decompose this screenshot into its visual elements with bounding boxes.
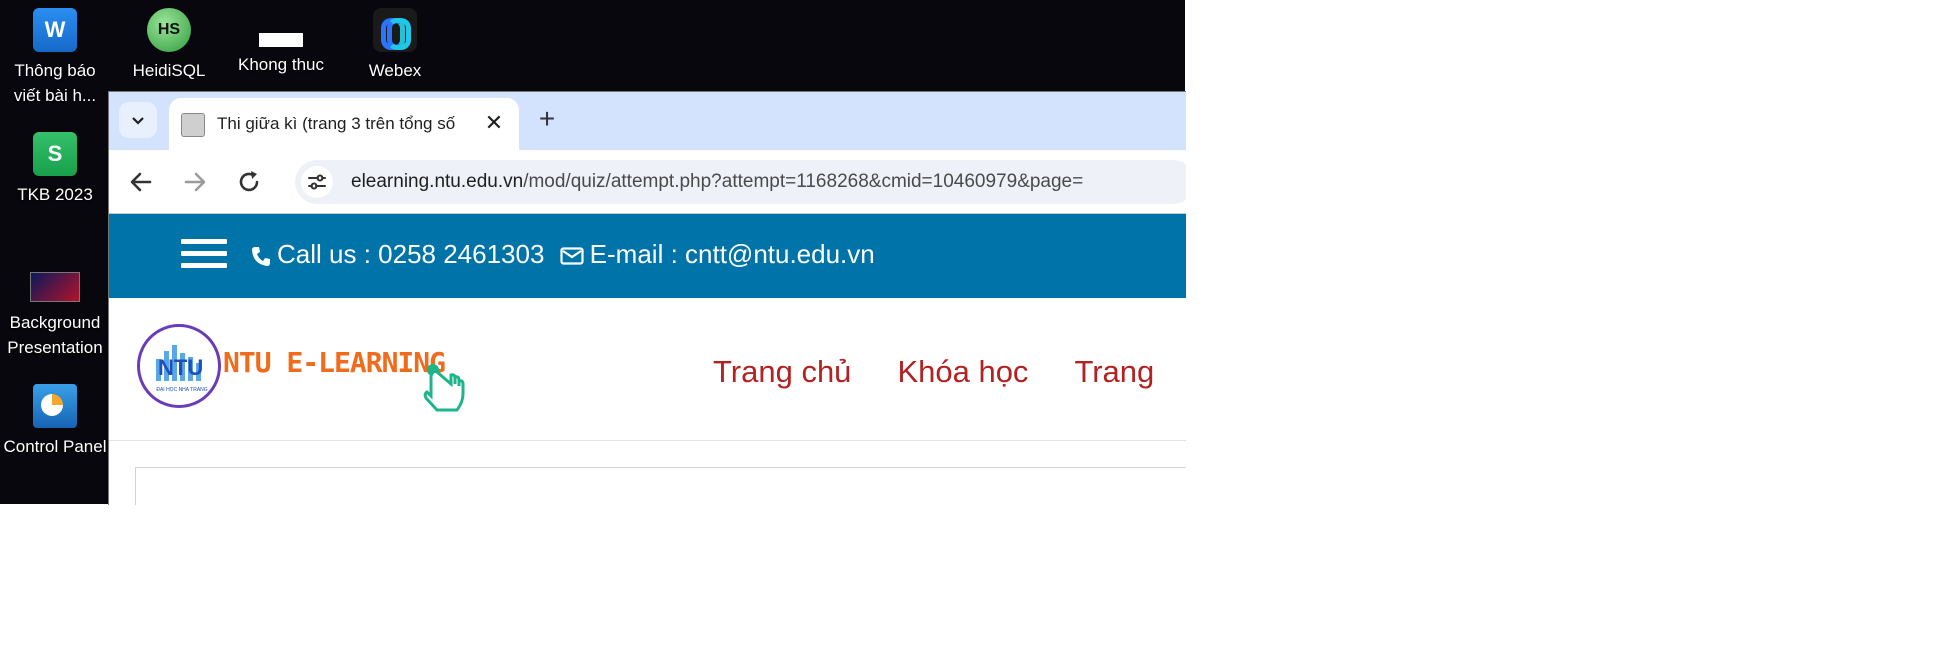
site-info-button[interactable] — [301, 166, 333, 198]
close-tab-icon[interactable]: ✕ — [481, 110, 507, 136]
heidisql-icon: HS — [147, 8, 191, 52]
control-panel-icon — [33, 384, 77, 428]
logo-brand-text: NTU E-LEARNING — [223, 346, 446, 379]
desktop-icon-heidisql[interactable]: HS HeidiSQL — [114, 8, 224, 83]
nav-trang-chu[interactable]: Trang chủ — [713, 354, 851, 389]
tune-icon — [308, 174, 326, 190]
browser-tab-active[interactable]: Thi giữa kì (trang 3 trên tổng số ✕ — [169, 98, 519, 150]
word-doc-icon: W — [33, 8, 77, 52]
menu-icon[interactable] — [181, 239, 227, 273]
url-text[interactable]: elearning.ntu.edu.vn/mod/quiz/attempt.ph… — [351, 171, 1083, 193]
webex-icon — [373, 8, 417, 52]
desktop-icon-background-presentation[interactable]: Background Presentation — [0, 258, 110, 360]
desktop-icon-label: Background Presentation — [7, 313, 103, 357]
url-path: /mod/quiz/attempt.php?attempt=1168268&cm… — [523, 171, 1084, 192]
blank-file-icon — [259, 33, 303, 47]
content-panel — [135, 467, 1186, 505]
desktop-icon-thong-bao[interactable]: W Thông báo viết bài h... — [0, 8, 110, 108]
desktop-icon-label: Webex — [368, 61, 422, 80]
desktop-icon-tkb-2023[interactable]: S TKB 2023 — [0, 132, 110, 207]
reload-button[interactable] — [231, 164, 267, 200]
envelope-icon — [560, 247, 584, 265]
logo-subtext: ĐẠI HỌC NHA TRANG — [156, 387, 208, 393]
phone-icon — [252, 247, 270, 267]
desktop-icon-label: Khong thuc — [237, 55, 324, 74]
desktop-icon-webex[interactable]: Webex — [340, 8, 450, 83]
email-text[interactable]: E-mail : cntt@ntu.edu.vn — [590, 239, 875, 269]
desktop-icon-label: HeidiSQL — [132, 61, 206, 80]
tab-bar: Thi giữa kì (trang 3 trên tổng số ✕ + — [109, 92, 1186, 150]
web-page: Call us : 0258 2461303 E-mail : cntt@ntu… — [109, 213, 1186, 505]
site-top-bar: Call us : 0258 2461303 E-mail : cntt@ntu… — [109, 214, 1186, 298]
hand-pointer-icon — [423, 364, 465, 412]
arrow-left-icon — [130, 172, 152, 192]
desktop-icon-label: TKB 2023 — [17, 185, 93, 204]
contact-info: Call us : 0258 2461303 E-mail : cntt@ntu… — [251, 239, 875, 270]
site-logo[interactable]: NTU ĐẠI HỌC NHA TRANG NTU E-LEARNING — [137, 324, 477, 414]
browser-window: Thi giữa kì (trang 3 trên tổng số ✕ + el… — [108, 91, 1186, 505]
presentation-thumbnail-icon — [30, 272, 80, 302]
forward-button[interactable] — [177, 164, 213, 200]
desktop-icon-label: Control Panel — [3, 437, 107, 456]
phone-text: Call us : 0258 2461303 — [277, 239, 545, 269]
browser-toolbar: elearning.ntu.edu.vn/mod/quiz/attempt.ph… — [109, 150, 1186, 213]
main-nav: Trang chủ Khóa học Trang — [713, 354, 1186, 390]
logo-short-text: NTU — [158, 355, 204, 380]
tab-title: Thi giữa kì (trang 3 trên tổng số — [217, 114, 456, 133]
address-bar[interactable]: elearning.ntu.edu.vn/mod/quiz/attempt.ph… — [295, 160, 1186, 204]
chevron-down-icon — [132, 117, 144, 125]
back-button[interactable] — [123, 164, 159, 200]
nav-trang[interactable]: Trang — [1074, 354, 1154, 389]
arrow-right-icon — [184, 172, 206, 192]
spreadsheet-icon: S — [33, 132, 77, 176]
ntu-seal: NTU ĐẠI HỌC NHA TRANG — [137, 324, 221, 408]
desktop-icon-label: Thông báo viết bài h... — [13, 61, 97, 105]
new-tab-button[interactable]: + — [529, 102, 565, 138]
reload-icon — [239, 171, 259, 192]
url-host: elearning.ntu.edu.vn — [351, 171, 524, 192]
tab-search-button[interactable] — [119, 102, 157, 138]
desktop-icon-khong-thuc[interactable]: Khong thuc — [226, 8, 336, 77]
divider — [109, 440, 1186, 441]
desktop-icon-control-panel[interactable]: Control Panel — [0, 384, 110, 459]
nav-khoa-hoc[interactable]: Khóa học — [897, 354, 1028, 389]
page-favicon-icon — [181, 113, 205, 137]
